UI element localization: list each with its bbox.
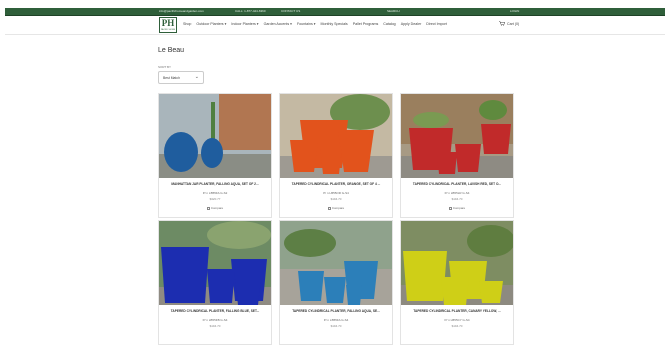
main-navigation: PH PACIFIC HOME Shop Outdoor Planters ▾ … [5,16,665,35]
logo-subtext: PACIFIC HOME [160,29,176,31]
product-sku: P/ n LB55CY G-S4 [444,318,470,322]
contact-link[interactable]: CONTACT US [281,9,300,13]
product-card[interactable]: TAPERED CYLINDRICAL PLANTER, LAVISH RED,… [400,93,514,218]
nav-item-apply-dealer[interactable]: Apply Dealer [401,22,422,26]
logo-text: PH [161,18,175,28]
nav-item-shop[interactable]: Shop [183,22,191,26]
nav-item-catalog[interactable]: Catalog [383,22,395,26]
compare-label: Compare [452,206,466,210]
sort-select[interactable]: Best Match ⌄ [158,71,204,84]
site-logo[interactable]: PH PACIFIC HOME [159,17,177,33]
product-title[interactable]: TAPERED CYLINDRICAL PLANTER, CANARY YELL… [403,309,511,313]
nav-menu: Shop Outdoor Planters ▾ Indoor Planters … [183,22,447,26]
product-image[interactable] [159,221,271,305]
compare-label: Compare [210,206,224,210]
product-image[interactable] [401,221,513,305]
top-contact-bar: info@pacifichomeandgarden.com CALL: 1-87… [5,8,665,16]
product-title[interactable]: TAPERED CYLINDRICAL PLANTER, FALLING BLU… [161,309,269,313]
compare-checkbox[interactable]: Compare [280,206,392,210]
product-card[interactable]: MANHATTAN JAR PLANTER, FALLING AQUA, SET… [158,93,272,218]
search-link[interactable]: SEARCH [387,9,400,13]
cart-icon [499,21,505,26]
compare-label: Compare [331,206,345,210]
product-image[interactable] [401,94,513,178]
product-price: $194.70 [451,324,463,328]
product-sku: P/ n LB55LR G-S4 [444,191,470,195]
nav-item-pallet-programs[interactable]: Pallet Programs [353,22,379,26]
product-sku: P/ n LB55OR G-S4 [323,191,349,195]
compare-checkbox[interactable]: Compare [401,206,513,210]
chevron-down-icon: ⌄ [194,74,199,80]
sort-value: Best Match [163,76,180,80]
product-price: $194.70 [451,197,463,201]
product-price: $194.70 [330,324,342,328]
product-card[interactable]: TAPERED CYLINDRICAL PLANTER, CANARY YELL… [400,220,514,345]
phone-link[interactable]: CALL: 1-877-424-6360 [235,9,266,13]
nav-item-outdoor-planters[interactable]: Outdoor Planters ▾ [196,22,226,26]
product-price: $320.77 [209,197,221,201]
product-price: $194.70 [330,197,342,201]
product-title[interactable]: TAPERED CYLINDRICAL PLANTER, FALLING AQU… [282,309,390,313]
nav-item-direct-import[interactable]: Direct Import [426,22,447,26]
product-sku: P/ n LB55FA G-S2 [202,191,228,195]
page-title: Le Beau [158,47,185,54]
email-link[interactable]: info@pacifichomeandgarden.com [159,9,204,13]
sort-label: SORT BY [158,65,172,69]
product-sku: P/ n LB55FB G-S4 [202,318,228,322]
compare-checkbox[interactable]: Compare [159,206,271,210]
product-sku: P/ n LB55FA G-S4 [323,318,349,322]
browser-frame: info@pacifichomeandgarden.com CALL: 1-87… [0,0,668,345]
product-title[interactable]: MANHATTAN JAR PLANTER, FALLING AQUA, SET… [161,182,269,186]
product-image[interactable] [280,94,392,178]
nav-item-monthly-specials[interactable]: Monthly Specials [321,22,348,26]
product-card[interactable]: TAPERED CYLINDRICAL PLANTER, ORANGE, SET… [279,93,393,218]
product-card[interactable]: TAPERED CYLINDRICAL PLANTER, FALLING AQU… [279,220,393,345]
nav-item-indoor-planters[interactable]: Indoor Planters ▾ [231,22,258,26]
product-price: $194.70 [209,324,221,328]
cart-button[interactable]: Cart (0) [499,21,519,26]
product-card[interactable]: TAPERED CYLINDRICAL PLANTER, FALLING BLU… [158,220,272,345]
product-image[interactable] [159,94,271,178]
login-link[interactable]: LOGIN [510,9,519,13]
product-title[interactable]: TAPERED CYLINDRICAL PLANTER, ORANGE, SET… [282,182,390,186]
product-title[interactable]: TAPERED CYLINDRICAL PLANTER, LAVISH RED,… [403,182,511,186]
nav-item-garden-accents[interactable]: Garden Accents ▾ [264,22,292,26]
cart-label: Cart (0) [507,21,520,26]
product-image[interactable] [280,221,392,305]
nav-item-fountains[interactable]: Fountains ▾ [297,22,316,26]
